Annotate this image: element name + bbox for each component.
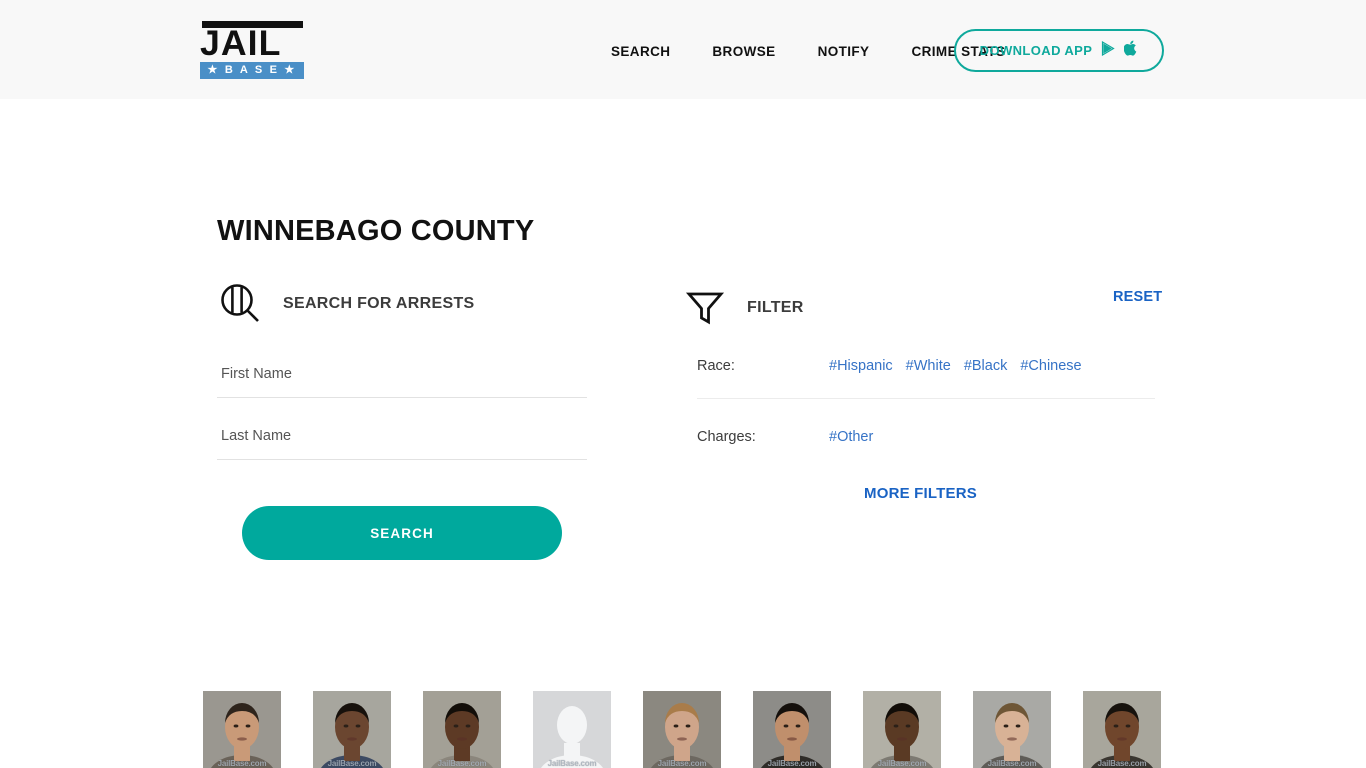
mugshot-photo [643, 691, 721, 768]
filter-panel-header: FILTER [685, 288, 804, 328]
filter-tag-other[interactable]: #Other [829, 429, 873, 445]
mugshot-watermark: JailBase.com [1097, 759, 1147, 768]
mugshot-photo [863, 691, 941, 768]
mugshot-thumbnail-strip: JailBase.com JailBase.com JailBase.com Jail… [203, 691, 1183, 768]
mugshot-watermark: JailBase.com [987, 759, 1037, 768]
mugshot-photo [313, 691, 391, 768]
mugshot-watermark: JailBase.com [877, 759, 927, 768]
site-header: JAIL ★ B A S E ★ SEARCH BROWSE NOTIFY CR… [0, 0, 1366, 99]
nav-item-notify[interactable]: NOTIFY [797, 44, 891, 59]
mugshot-4[interactable]: JailBase.com [533, 691, 611, 768]
filter-tag-chinese[interactable]: #Chinese [1020, 358, 1081, 374]
reset-filters-link[interactable]: RESET [1113, 289, 1162, 305]
mugshot-watermark: JailBase.com [767, 759, 817, 768]
filter-tag-white[interactable]: #White [906, 358, 951, 374]
mugshot-7[interactable]: JailBase.com [863, 691, 941, 768]
mugshot-6[interactable]: JailBase.com [753, 691, 831, 768]
funnel-icon [685, 288, 725, 328]
logo-jail-text: JAIL [200, 24, 282, 63]
filter-tags-race: #Hispanic #White #Black #Chinese [829, 358, 1082, 374]
filter-tag-hispanic[interactable]: #Hispanic [829, 358, 893, 374]
mugshot-photo [203, 691, 281, 768]
mugshot-watermark: JailBase.com [327, 759, 377, 768]
mugshot-9[interactable]: JailBase.com [1083, 691, 1161, 768]
download-app-label: DOWNLOAD APP [979, 43, 1093, 58]
mugshot-3[interactable]: JailBase.com [423, 691, 501, 768]
filter-row-charges: Charges: #Other [697, 429, 1155, 445]
more-filters-link[interactable]: MORE FILTERS [864, 485, 977, 502]
apple-icon [1123, 40, 1138, 61]
first-name-input[interactable] [217, 358, 587, 398]
google-play-icon [1101, 40, 1116, 61]
download-app-button[interactable]: DOWNLOAD APP [954, 29, 1164, 72]
filter-key-charges: Charges: [697, 429, 756, 445]
mugshot-photo [423, 691, 501, 768]
search-panel-heading: SEARCH FOR ARRESTS [283, 295, 475, 312]
mugshot-photo [533, 691, 611, 768]
nav-item-search[interactable]: SEARCH [590, 44, 691, 59]
mugshot-photo [1083, 691, 1161, 768]
mugshot-photo [973, 691, 1051, 768]
filter-row-race: Race: #Hispanic #White #Black #Chinese [697, 358, 1155, 374]
mugshot-watermark: JailBase.com [437, 759, 487, 768]
filter-tags-charges: #Other [829, 429, 873, 445]
magnifier-bars-icon [217, 281, 263, 327]
mugshot-1[interactable]: JailBase.com [203, 691, 281, 768]
last-name-input[interactable] [217, 420, 587, 460]
mugshot-photo [753, 691, 831, 768]
page-title: WINNEBAGO COUNTY [217, 215, 535, 248]
mugshot-8[interactable]: JailBase.com [973, 691, 1051, 768]
mugshot-watermark: JailBase.com [217, 759, 267, 768]
mugshot-2[interactable]: JailBase.com [313, 691, 391, 768]
nav-item-browse[interactable]: BROWSE [691, 44, 796, 59]
jailbase-logo[interactable]: JAIL ★ B A S E ★ [200, 21, 304, 79]
filter-key-race: Race: [697, 358, 735, 374]
mugshot-watermark: JailBase.com [657, 759, 707, 768]
filter-panel-heading: FILTER [747, 299, 804, 316]
filter-tag-black[interactable]: #Black [964, 358, 1008, 374]
search-button[interactable]: SEARCH [242, 506, 562, 560]
search-panel-header: SEARCH FOR ARRESTS [217, 281, 475, 327]
filter-divider [697, 398, 1155, 399]
mugshot-5[interactable]: JailBase.com [643, 691, 721, 768]
logo-base-text: ★ B A S E ★ [200, 62, 304, 79]
mugshot-watermark: JailBase.com [547, 759, 597, 768]
